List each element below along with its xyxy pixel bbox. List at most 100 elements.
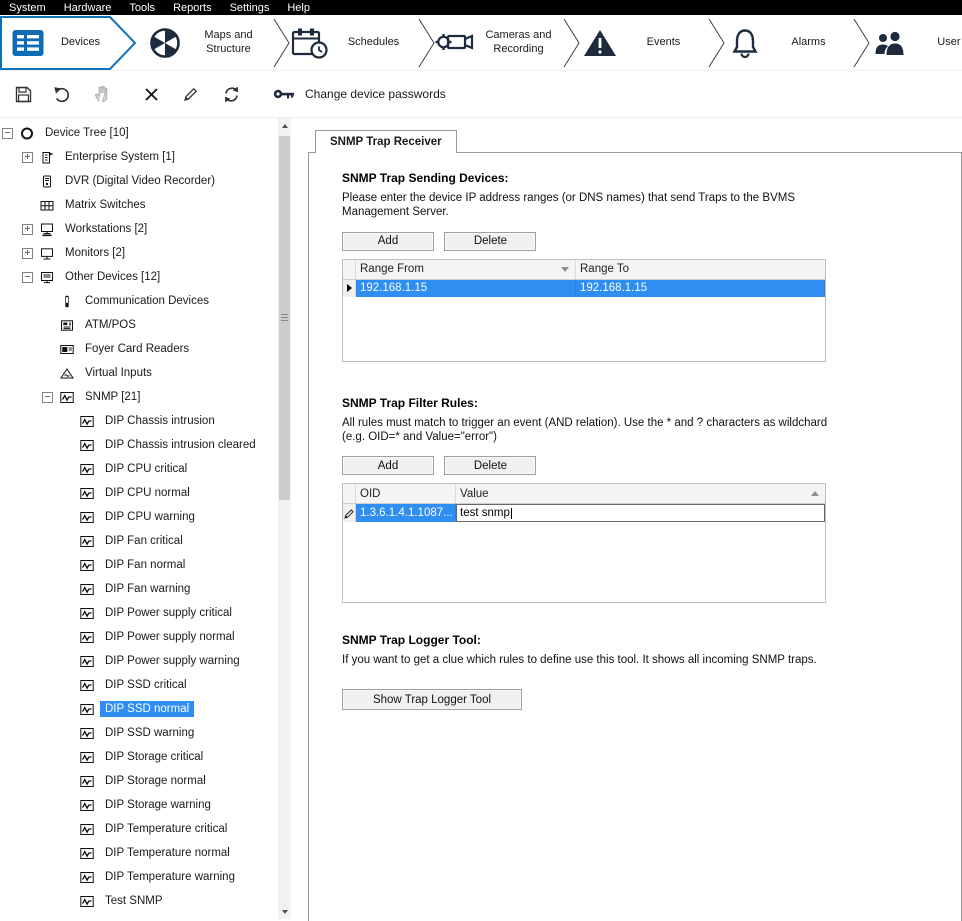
filter-rules-table[interactable]: OID Value 1.3.6.1.4.1.1087... test snmp <box>342 483 826 603</box>
sending-delete-button[interactable]: Delete <box>444 232 536 251</box>
tree-item-dip-cpu-warning[interactable]: DIP CPU warning <box>0 505 278 529</box>
tree-item-virtual-inputs[interactable]: Virtual Inputs <box>0 361 278 385</box>
tree-item-dip-power-supply-normal[interactable]: DIP Power supply normal <box>0 625 278 649</box>
scroll-up-button[interactable] <box>278 118 291 133</box>
tree-item-label[interactable]: SNMP [21] <box>80 389 145 405</box>
tree-item-dip-temperature-normal[interactable]: DIP Temperature normal <box>0 841 278 865</box>
tree-item-label[interactable]: Matrix Switches <box>60 197 151 213</box>
scrollbar-thumb[interactable] <box>279 136 290 500</box>
sending-table-row[interactable]: 192.168.1.15 192.168.1.15 <box>343 280 825 297</box>
collapse-toggle[interactable]: − <box>42 392 53 403</box>
menu-item-system[interactable]: System <box>0 1 55 15</box>
cell-oid[interactable]: 1.3.6.1.4.1.1087... <box>356 504 456 522</box>
tree-item-label[interactable]: Virtual Inputs <box>80 365 157 381</box>
tree-item-label[interactable]: Enterprise System [1] <box>60 149 180 165</box>
tree-item-label[interactable]: DIP Fan normal <box>100 557 190 573</box>
tree-item-label[interactable]: DIP Chassis intrusion <box>100 413 220 429</box>
tree-item-label[interactable]: DIP SSD critical <box>100 677 192 693</box>
tree-item-label[interactable]: DVR (Digital Video Recorder) <box>60 173 220 189</box>
tree-item-enterprise-system-1[interactable]: +Enterprise System [1] <box>0 145 278 169</box>
show-trap-logger-button[interactable]: Show Trap Logger Tool <box>342 689 522 710</box>
menu-item-hardware[interactable]: Hardware <box>55 1 121 15</box>
tree-item-label[interactable]: DIP CPU normal <box>100 485 195 501</box>
tree-item-dip-temperature-critical[interactable]: DIP Temperature critical <box>0 817 278 841</box>
tree-item-label[interactable]: ATM/POS <box>80 317 141 333</box>
tree-item-label[interactable]: DIP Chassis intrusion cleared <box>100 437 261 453</box>
tree-item-device-tree-10[interactable]: − Device Tree [10] <box>0 121 278 145</box>
tree-item-label[interactable]: DIP Storage critical <box>100 749 208 765</box>
tree-item-label[interactable]: Workstations [2] <box>60 221 152 237</box>
tree-item-dip-storage-critical[interactable]: DIP Storage critical <box>0 745 278 769</box>
save-button[interactable] <box>10 81 36 107</box>
tree-item-snmp-21[interactable]: − SNMP [21] <box>0 385 278 409</box>
tab-snmp-trap-receiver[interactable]: SNMP Trap Receiver <box>315 130 457 153</box>
tree-item-label[interactable]: DIP Temperature warning <box>100 869 240 885</box>
tree-item-label[interactable]: DIP SSD normal <box>100 701 194 717</box>
tree-item-label[interactable]: DIP Storage warning <box>100 797 216 813</box>
change-device-passwords-button[interactable]: Change device passwords <box>272 85 446 103</box>
tree-item-communication-devices[interactable]: Communication Devices <box>0 289 278 313</box>
expand-toggle[interactable]: + <box>22 248 33 259</box>
tree-item-label[interactable]: DIP CPU critical <box>100 461 192 477</box>
tree-item-dip-power-supply-critical[interactable]: DIP Power supply critical <box>0 601 278 625</box>
collapse-toggle[interactable]: − <box>22 272 33 283</box>
sending-devices-table[interactable]: Range From Range To 192.168.1.15 192.168… <box>342 259 826 362</box>
filter-table-row-editing[interactable]: 1.3.6.1.4.1.1087... test snmp <box>343 504 825 522</box>
cell-value-editor[interactable]: test snmp <box>456 504 825 522</box>
tree-scrollbar[interactable] <box>278 118 291 919</box>
menu-item-reports[interactable]: Reports <box>164 1 221 15</box>
panel-splitter[interactable] <box>291 118 300 919</box>
tree-item-workstations-2[interactable]: +Workstations [2] <box>0 217 278 241</box>
tree-item-label[interactable]: Monitors [2] <box>60 245 130 261</box>
tree-item-dip-cpu-critical[interactable]: DIP CPU critical <box>0 457 278 481</box>
tree-item-label[interactable]: DIP Temperature normal <box>100 845 235 861</box>
tree-item-label[interactable]: Test SNMP <box>100 893 168 909</box>
ribbon-tab-events[interactable]: Events <box>572 15 717 70</box>
pan-button[interactable] <box>90 81 116 107</box>
tree-item-dip-ssd-critical[interactable]: DIP SSD critical <box>0 673 278 697</box>
tree-item-dip-ssd-normal[interactable]: DIP SSD normal <box>0 697 278 721</box>
tree-item-dip-power-supply-warning[interactable]: DIP Power supply warning <box>0 649 278 673</box>
ribbon-tab-schedules[interactable]: Schedules <box>282 15 427 70</box>
tree-item-other-devices-12[interactable]: − Other Devices [12] <box>0 265 278 289</box>
tree-item-label[interactable]: Foyer Card Readers <box>80 341 194 357</box>
filter-add-button[interactable]: Add <box>342 456 434 475</box>
ribbon-tab-devices[interactable]: Devices <box>0 15 137 70</box>
tree-item-dip-cpu-normal[interactable]: DIP CPU normal <box>0 481 278 505</box>
edit-button[interactable] <box>178 81 204 107</box>
tree-item-dip-chassis-intrusion-cleared[interactable]: DIP Chassis intrusion cleared <box>0 433 278 457</box>
tree-item-label[interactable]: DIP Power supply critical <box>100 605 237 621</box>
delete-button[interactable] <box>138 81 164 107</box>
tree-item-dip-fan-critical[interactable]: DIP Fan critical <box>0 529 278 553</box>
tree-item-dip-fan-warning[interactable]: DIP Fan warning <box>0 577 278 601</box>
ribbon-tab-alarms[interactable]: Alarms <box>717 15 862 70</box>
tree-item-dvr-digital-video-recorder[interactable]: DVR (Digital Video Recorder) <box>0 169 278 193</box>
filter-delete-button[interactable]: Delete <box>444 456 536 475</box>
tree-item-dip-storage-warning[interactable]: DIP Storage warning <box>0 793 278 817</box>
tree-item-foyer-card-readers[interactable]: Foyer Card Readers <box>0 337 278 361</box>
tree-item-dip-temperature-warning[interactable]: DIP Temperature warning <box>0 865 278 889</box>
column-header-oid[interactable]: OID <box>356 484 456 503</box>
tree-item-label[interactable]: DIP Fan critical <box>100 533 188 549</box>
tree-item-dip-storage-normal[interactable]: DIP Storage normal <box>0 769 278 793</box>
tree-item-dip-chassis-intrusion[interactable]: DIP Chassis intrusion <box>0 409 278 433</box>
tree-item-label[interactable]: DIP Power supply normal <box>100 629 240 645</box>
tree-item-label[interactable]: Other Devices [12] <box>60 269 165 285</box>
undo-button[interactable] <box>50 81 76 107</box>
tree-item-atm-pos[interactable]: ATM/POS <box>0 313 278 337</box>
column-header-value[interactable]: Value <box>456 484 825 503</box>
tree-item-label[interactable]: DIP SSD warning <box>100 725 199 741</box>
tree-item-label[interactable]: Communication Devices <box>80 293 214 309</box>
tree-item-label[interactable]: Device Tree [10] <box>40 125 134 141</box>
ribbon-tab-user-g[interactable]: User g <box>862 15 962 70</box>
tree-item-label[interactable]: DIP Power supply warning <box>100 653 245 669</box>
filter-dropdown-icon[interactable] <box>561 267 569 272</box>
tree-item-test-snmp[interactable]: Test SNMP <box>0 889 278 913</box>
column-header-range-to[interactable]: Range To <box>576 260 825 279</box>
tree-item-label[interactable]: DIP CPU warning <box>100 509 200 525</box>
tree-item-dip-ssd-warning[interactable]: DIP SSD warning <box>0 721 278 745</box>
tree-item-matrix-switches[interactable]: Matrix Switches <box>0 193 278 217</box>
tree-item-label[interactable]: DIP Temperature critical <box>100 821 232 837</box>
sending-add-button[interactable]: Add <box>342 232 434 251</box>
collapse-toggle[interactable]: − <box>2 128 13 139</box>
